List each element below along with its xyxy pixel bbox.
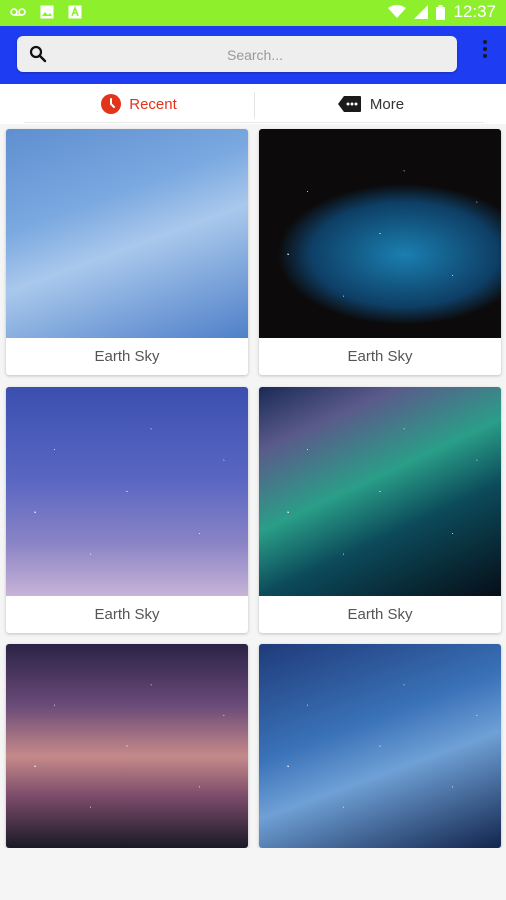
wifi-icon	[388, 5, 407, 18]
wallpaper-card[interactable]: Earth Sky	[6, 129, 248, 375]
wallpaper-thumbnail[interactable]	[259, 129, 501, 338]
wallpaper-caption: Earth Sky	[347, 348, 413, 365]
wallpaper-card[interactable]	[259, 644, 501, 848]
tab-label: Recent	[129, 95, 177, 113]
wallpaper-card[interactable]: Earth Sky	[259, 129, 501, 375]
bottom-area	[0, 848, 506, 900]
more-vert-icon[interactable]	[482, 40, 488, 64]
clock-icon	[101, 94, 122, 114]
wallpaper-thumbnail[interactable]	[6, 129, 248, 338]
wallpaper-card[interactable]: Earth Sky	[6, 387, 248, 633]
tab-label: More	[369, 95, 405, 113]
tab-bar: Recent More	[0, 84, 506, 124]
tab-underline	[24, 122, 484, 123]
wallpaper-caption: Earth Sky	[94, 348, 160, 365]
app-bar	[0, 26, 506, 84]
status-bar: 12:37	[0, 0, 506, 26]
clock-time: 12:37	[453, 2, 496, 21]
signal-icon	[414, 5, 429, 19]
label-more-icon	[337, 96, 361, 112]
wallpaper-card[interactable]	[6, 644, 248, 848]
search-input[interactable]	[65, 36, 445, 74]
tab-divider	[254, 92, 255, 118]
wallpaper-thumbnail[interactable]	[259, 387, 501, 596]
wallpaper-caption: Earth Sky	[94, 606, 160, 623]
text-icon	[68, 5, 82, 19]
image-icon	[40, 5, 54, 19]
voicemail-icon	[10, 8, 26, 16]
wallpaper-caption: Earth Sky	[347, 606, 413, 623]
wallpaper-thumbnail[interactable]	[6, 387, 248, 596]
search-icon[interactable]	[29, 45, 47, 68]
wallpaper-thumbnail[interactable]	[259, 644, 501, 848]
wallpaper-card[interactable]: Earth Sky	[259, 387, 501, 633]
tab-more[interactable]: More	[256, 84, 486, 124]
tab-recent[interactable]: Recent	[24, 84, 254, 124]
wallpaper-thumbnail[interactable]	[6, 644, 248, 848]
battery-icon	[436, 4, 446, 20]
search-bar[interactable]	[17, 36, 457, 74]
